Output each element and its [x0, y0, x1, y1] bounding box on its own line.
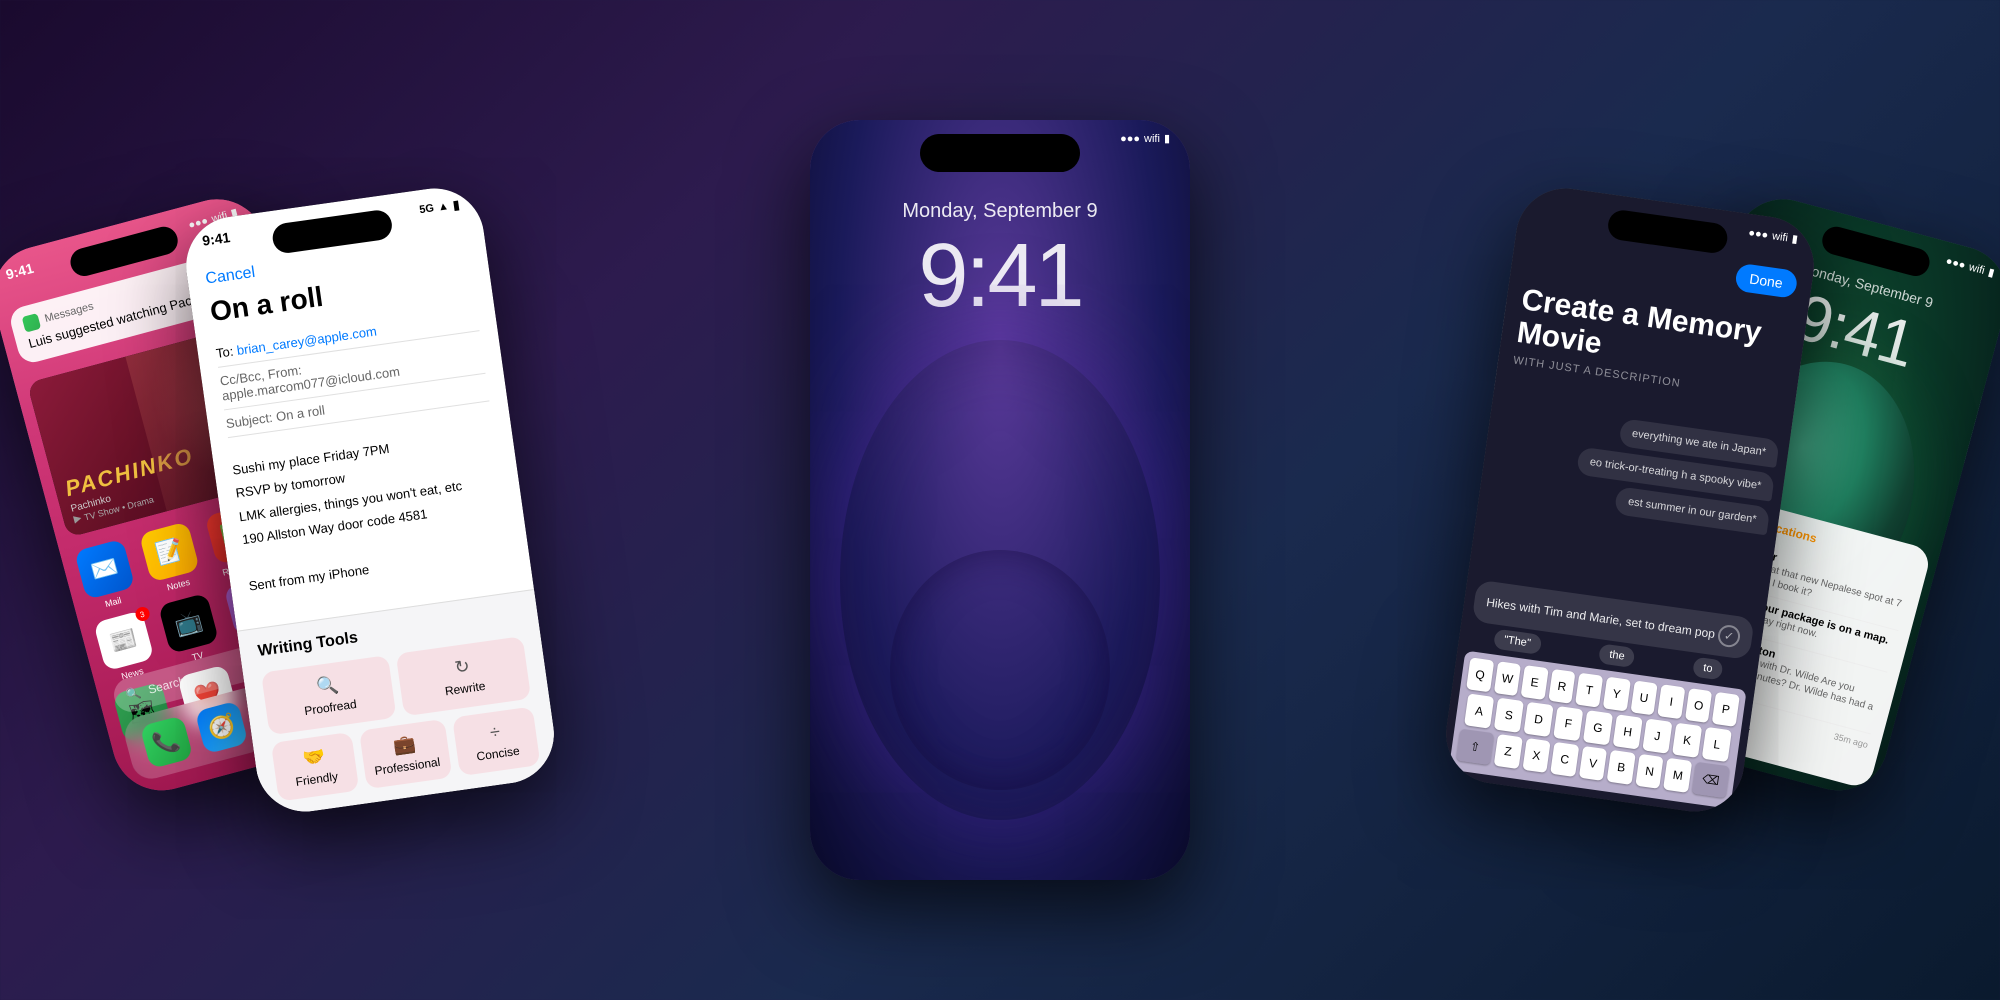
battery-icon-2: ▮: [452, 197, 461, 214]
key-n[interactable]: N: [1635, 754, 1664, 789]
email-subject-value: On a roll: [275, 402, 326, 424]
key-b[interactable]: B: [1607, 750, 1636, 785]
orb-body: [840, 340, 1160, 820]
key-m[interactable]: M: [1663, 758, 1692, 793]
safari-icon: 🧭: [195, 700, 249, 754]
key-o[interactable]: O: [1685, 688, 1713, 723]
status-time-1: 9:41: [4, 260, 35, 283]
app-mail-label: Mail: [104, 595, 123, 609]
signal-icon-3: ●●●: [1120, 133, 1140, 145]
battery-icon-3: ▮: [1164, 132, 1170, 145]
proofread-button[interactable]: 🔍 Proofread: [261, 655, 397, 735]
concise-icon: ÷: [489, 721, 502, 743]
messages-icon: [22, 313, 42, 333]
phone-center: 9:41 ●●● wifi ▮ Monday, September 9 9:41: [810, 120, 1190, 880]
checkmark-icon: ✓: [1723, 628, 1735, 643]
proofread-label: Proofread: [303, 697, 357, 718]
key-q[interactable]: Q: [1466, 657, 1494, 692]
wifi-icon-2: ▲: [437, 200, 449, 213]
wifi-icon-3: wifi: [1144, 133, 1160, 145]
search-icon: 🔍: [124, 685, 142, 702]
key-h[interactable]: H: [1613, 714, 1643, 749]
key-a[interactable]: A: [1464, 693, 1494, 728]
key-p[interactable]: P: [1712, 692, 1740, 727]
suggestion-2[interactable]: the: [1598, 643, 1636, 668]
app-mail[interactable]: ✉️ Mail: [70, 538, 142, 615]
key-y[interactable]: Y: [1603, 677, 1631, 712]
wifi-icon-5: wifi: [1968, 261, 1986, 277]
key-shift[interactable]: ⇧: [1456, 729, 1494, 765]
phone-icon: 📞: [139, 715, 193, 769]
key-x[interactable]: X: [1522, 738, 1551, 773]
suggestion-1[interactable]: "The": [1493, 629, 1542, 655]
wifi-icon-4: wifi: [1771, 230, 1788, 244]
key-d[interactable]: D: [1523, 702, 1553, 737]
status-icons-4: ●●● wifi ▮: [1748, 226, 1799, 246]
key-l[interactable]: L: [1702, 727, 1732, 762]
friendly-button[interactable]: 🤝 Friendly: [271, 732, 359, 802]
rewrite-button[interactable]: ↻ Rewrite: [396, 636, 532, 716]
rewrite-icon: ↻: [453, 656, 471, 679]
notification-time-4: 35m ago: [1833, 731, 1869, 750]
writing-tools-panel: Writing Tools 🔍 Proofread ↻ Rewrite 🤝 Fr…: [237, 589, 560, 818]
dock-safari[interactable]: 🧭: [195, 700, 249, 754]
professional-label: Professional: [374, 755, 441, 778]
key-delete[interactable]: ⌫: [1692, 762, 1730, 798]
key-j[interactable]: J: [1642, 718, 1672, 753]
friendly-icon: 🤝: [301, 746, 326, 770]
concise-label: Concise: [476, 744, 521, 764]
key-g[interactable]: G: [1583, 710, 1613, 745]
phone-3-screen: 9:41 ●●● wifi ▮ Monday, September 9 9:41: [810, 120, 1190, 880]
network-badge-2: 5G: [419, 202, 435, 216]
dock-phone[interactable]: 📞: [139, 715, 193, 769]
tv-icon: 📺: [158, 593, 219, 654]
app-notes[interactable]: 📝 Notes: [135, 520, 207, 597]
mail-icon: ✉️: [74, 539, 135, 600]
rewrite-label: Rewrite: [444, 679, 486, 699]
lockscreen-orb-3: [840, 340, 1160, 820]
proofread-icon: 🔍: [315, 674, 340, 698]
checkmark-button[interactable]: ✓: [1717, 624, 1742, 649]
key-v[interactable]: V: [1579, 746, 1608, 781]
key-t[interactable]: T: [1575, 673, 1603, 708]
phones-container: 9:41 ●●● wifi ▮ Messages Luis suggested …: [0, 0, 2000, 1000]
key-e[interactable]: E: [1521, 665, 1549, 700]
notes-icon: 📝: [139, 521, 200, 582]
key-k[interactable]: K: [1672, 723, 1702, 758]
key-u[interactable]: U: [1630, 680, 1658, 715]
status-icons-3: ●●● wifi ▮: [1120, 132, 1170, 145]
status-time-2: 9:41: [201, 229, 231, 249]
app-notes-label: Notes: [166, 577, 191, 593]
key-f[interactable]: F: [1553, 706, 1583, 741]
memory-movie-header: Create a Memory Movie WITH JUST A DESCRI…: [1512, 283, 1791, 404]
professional-icon: 💼: [392, 733, 417, 757]
key-s[interactable]: S: [1494, 698, 1524, 733]
key-r[interactable]: R: [1548, 669, 1576, 704]
search-placeholder: Search: [147, 673, 187, 696]
lockscreen-date-3: Monday, September 9: [810, 200, 1190, 223]
orb-inner: [890, 550, 1110, 790]
status-icons-5: ●●● wifi ▮: [1944, 254, 1996, 279]
key-i[interactable]: I: [1657, 684, 1685, 719]
concise-button[interactable]: ÷ Concise: [452, 706, 540, 776]
status-icons-2: 5G ▲ ▮: [418, 197, 461, 219]
friendly-label: Friendly: [295, 769, 339, 789]
suggestion-3[interactable]: to: [1692, 657, 1724, 681]
dynamic-island-3: [920, 134, 1080, 172]
email-body[interactable]: Sushi my place Friday 7PM RSVP by tomorr…: [213, 420, 530, 601]
professional-button[interactable]: 💼 Professional: [359, 719, 452, 789]
key-w[interactable]: W: [1493, 661, 1521, 696]
battery-icon-5: ▮: [1987, 265, 1996, 279]
signal-icon-5: ●●●: [1945, 255, 1967, 272]
battery-icon-4: ▮: [1791, 232, 1799, 246]
lockscreen-time-3: 9:41: [810, 225, 1190, 328]
email-body-text: Sushi my place Friday 7PM RSVP by tomorr…: [231, 422, 512, 598]
memory-prompts: everything we ate in Japan* eo trick-or-…: [1489, 401, 1780, 535]
key-z[interactable]: Z: [1494, 734, 1523, 769]
signal-icon-4: ●●●: [1748, 226, 1769, 241]
key-c[interactable]: C: [1550, 742, 1579, 777]
